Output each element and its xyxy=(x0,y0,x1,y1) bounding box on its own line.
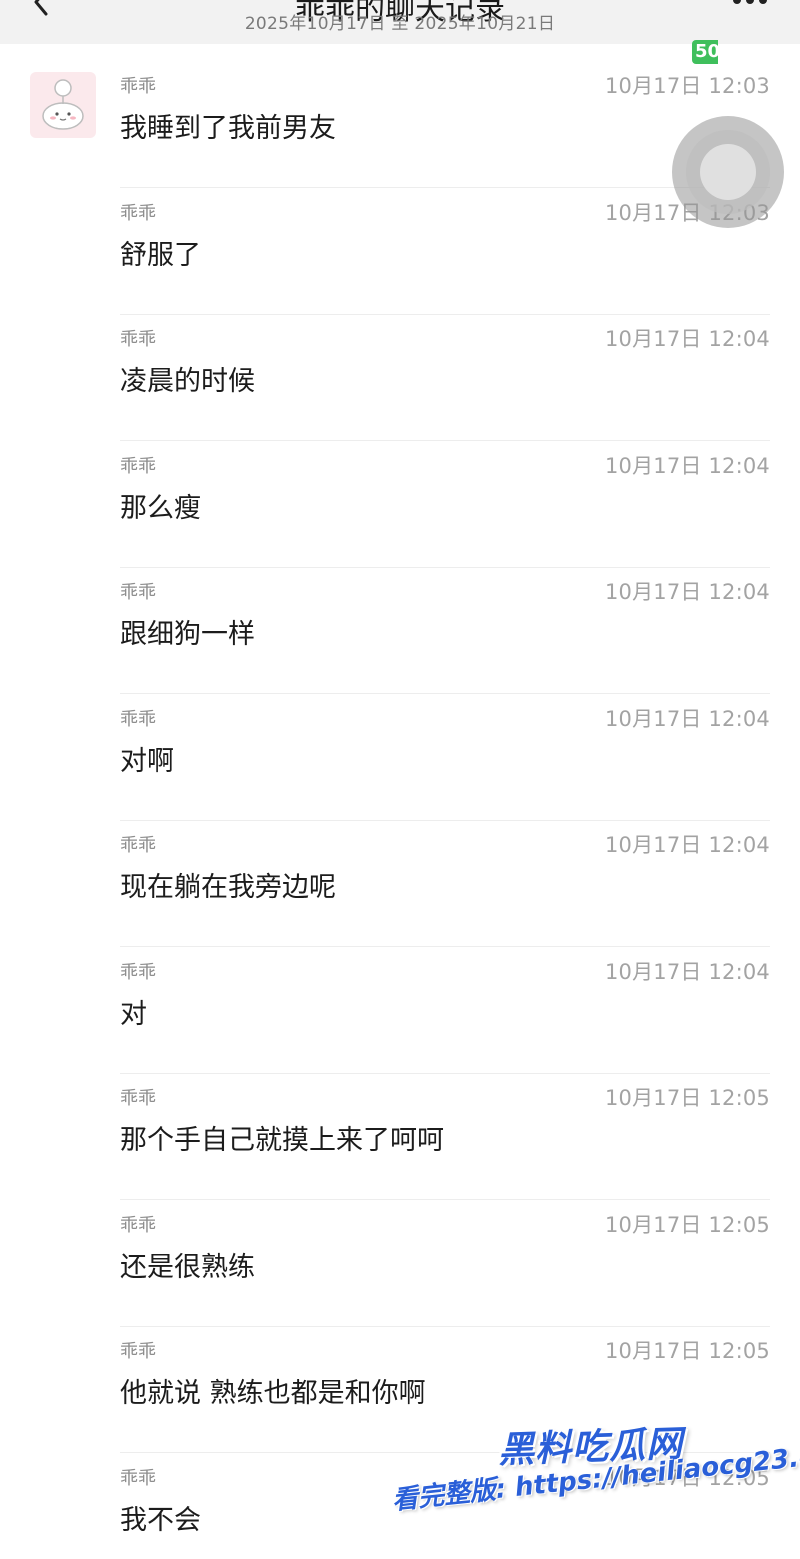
message-time: 10月17日 12:05 xyxy=(604,1339,770,1363)
sender-name: 乖乖 xyxy=(120,1214,156,1236)
message-text: 跟细狗一样 xyxy=(120,619,255,650)
message-time: 10月17日 12:04 xyxy=(604,453,770,478)
message-item[interactable]: 乖乖 10月17日 12:04 对啊 xyxy=(120,695,770,821)
sender-name: 乖乖 xyxy=(120,835,156,856)
message-time: 10月17日 12:03 xyxy=(604,74,770,98)
sender-name: 乖乖 xyxy=(120,708,156,730)
message-time: 10月17日 12:05 xyxy=(604,1212,770,1237)
message-text: 他就说 熟练也都是和你啊 xyxy=(120,1378,426,1409)
sender-name: 乖乖 xyxy=(120,76,156,97)
cartoon-avatar-icon xyxy=(42,79,84,130)
message-text: 舒服了 xyxy=(120,239,201,271)
message-time: 10月17日 12:04 xyxy=(604,580,770,604)
message-item[interactable]: 乖乖 10月17日 12:04 那么瘦 xyxy=(120,442,770,568)
sender-name: 乖乖 xyxy=(120,961,156,983)
avatar[interactable] xyxy=(30,72,96,138)
message-time: 10月17日 12:05 xyxy=(604,1086,770,1110)
assistive-touch-button[interactable] xyxy=(672,116,784,228)
message-text: 现在躺在我旁边呢 xyxy=(120,872,336,903)
more-dots-icon[interactable] xyxy=(732,0,768,6)
message-item[interactable]: 乖乖 10月17日 12:03 舒服了 xyxy=(120,189,770,315)
message-text: 那个手自己就摸上来了呵呵 xyxy=(120,1125,444,1156)
message-text: 对啊 xyxy=(120,745,174,777)
message-item[interactable]: 乖乖 10月17日 12:05 还是很熟练 xyxy=(120,1201,770,1327)
message-item[interactable]: 乖乖 10月17日 12:05 那个手自己就摸上来了呵呵 xyxy=(120,1074,770,1200)
message-time: 10月17日 12:04 xyxy=(604,327,770,351)
sender-name: 乖乖 xyxy=(120,455,156,477)
sender-name: 乖乖 xyxy=(120,1467,156,1489)
message-item[interactable]: 乖乖 10月17日 12:04 跟细狗一样 xyxy=(120,568,770,694)
message-text: 对 xyxy=(120,998,147,1030)
message-text: 我不会 xyxy=(120,1504,201,1536)
assistive-touch-core xyxy=(700,144,756,200)
unread-badge: 50 xyxy=(692,40,718,64)
message-item[interactable]: 乖乖 10月17日 12:04 凌晨的时候 xyxy=(120,315,770,441)
message-item[interactable]: 乖乖 10月17日 12:04 对 xyxy=(120,948,770,1074)
message-time: 10月17日 12:04 xyxy=(604,706,770,731)
message-text: 那么瘦 xyxy=(120,492,201,524)
sender-name: 乖乖 xyxy=(120,202,156,224)
chat-history-page: 乖乖的聊天记录 2025年10月17日 至 2025年10月21日 50 乖乖 … xyxy=(0,0,800,1559)
sender-name: 乖乖 xyxy=(120,329,156,350)
message-text: 还是很熟练 xyxy=(120,1251,255,1283)
header-bar: 乖乖的聊天记录 2025年10月17日 至 2025年10月21日 xyxy=(0,0,800,44)
sender-name: 乖乖 xyxy=(120,1341,156,1362)
message-time: 10月17日 12:04 xyxy=(604,833,770,857)
sender-name: 乖乖 xyxy=(120,582,156,603)
message-item[interactable]: 乖乖 10月17日 12:04 现在躺在我旁边呢 xyxy=(120,821,770,947)
sender-name: 乖乖 xyxy=(120,1088,156,1109)
date-range-subtitle: 2025年10月17日 至 2025年10月21日 xyxy=(244,14,556,34)
message-text: 凌晨的时候 xyxy=(120,366,255,397)
message-time: 10月17日 12:04 xyxy=(604,959,770,984)
message-text: 我睡到了我前男友 xyxy=(120,113,336,144)
